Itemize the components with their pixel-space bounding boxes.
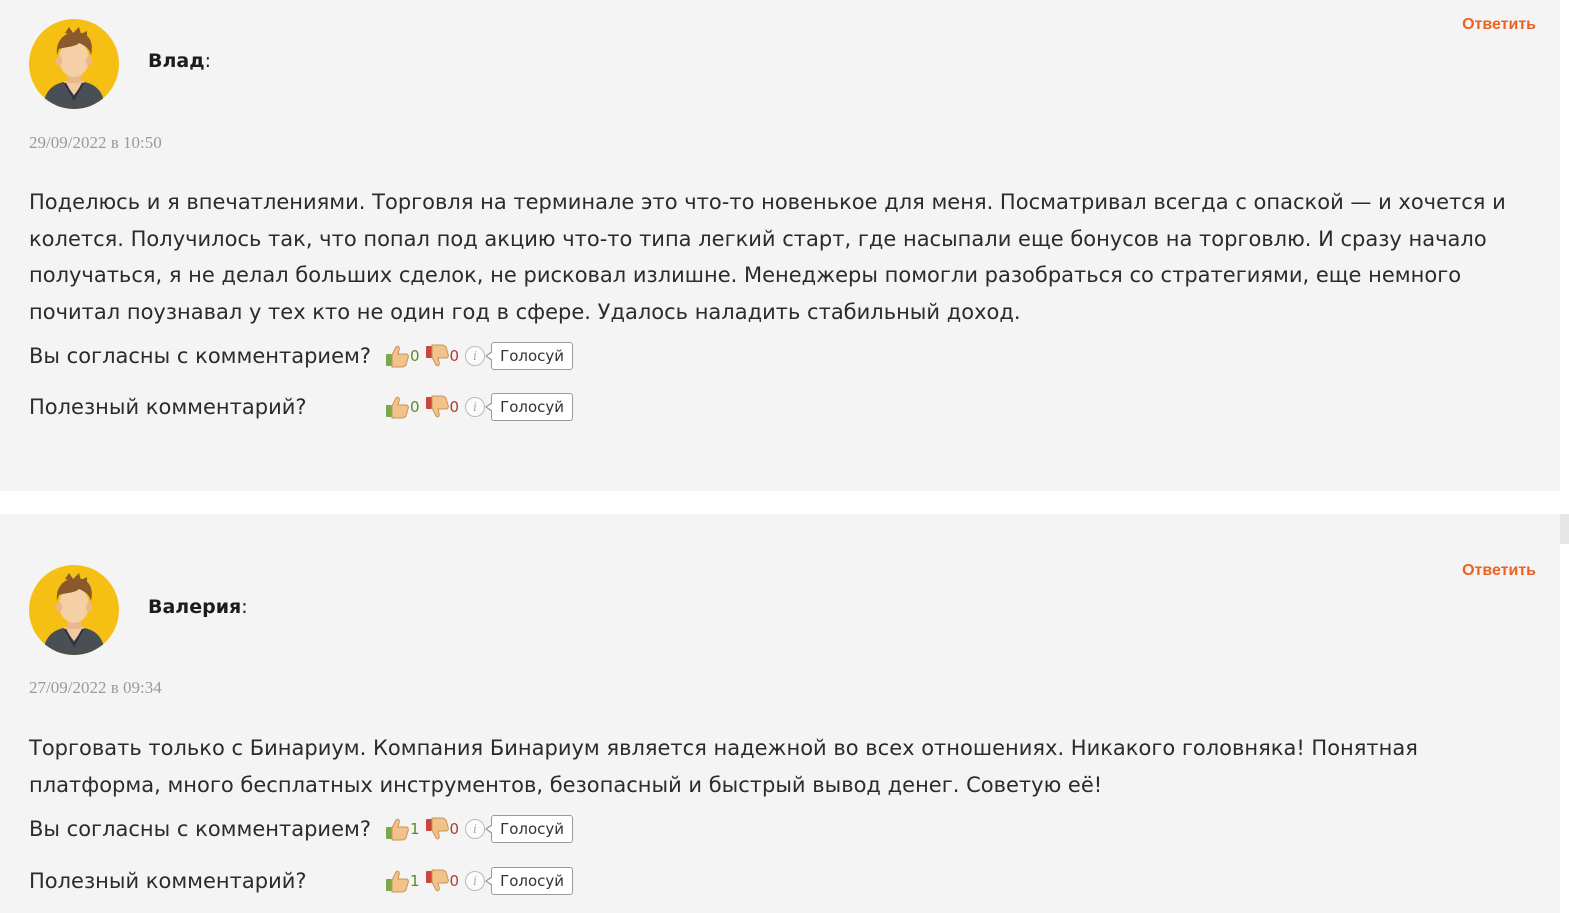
upvote-count: 1 — [410, 820, 420, 838]
agree-question: Вы согласны с комментарием? — [29, 817, 371, 841]
thumbs-up-icon[interactable] — [384, 816, 410, 842]
upvote-count: 0 — [410, 398, 420, 416]
comment-card: Валерия: Ответить 27/09/2022 в 09:34 Тор… — [0, 514, 1560, 913]
comment-text: Поделюсь и я впечатлениями. Торговля на … — [29, 190, 1506, 324]
useful-question: Полезный комментарий? — [29, 869, 307, 893]
downvote-count: 0 — [449, 347, 460, 365]
reply-link[interactable]: Ответить — [1462, 562, 1536, 580]
downvote-count: 0 — [449, 398, 460, 416]
info-icon[interactable]: i — [465, 397, 486, 417]
thumbs-down-icon[interactable] — [424, 394, 450, 420]
agree-vote-row: Вы согласны с комментарием? 0 0 i Голосу… — [29, 340, 574, 372]
scroll-edge — [1560, 514, 1569, 544]
comment-card: Влад: Ответить 29/09/2022 в 10:50 Поделю… — [0, 0, 1560, 491]
vote-button[interactable]: Голосуй — [485, 867, 574, 895]
thumbs-down-icon[interactable] — [424, 816, 450, 842]
thumbs-down-icon[interactable] — [424, 343, 450, 369]
thumbs-up-icon[interactable] — [384, 394, 410, 420]
downvote-count: 0 — [449, 872, 460, 890]
info-icon[interactable]: i — [465, 871, 486, 891]
useful-vote-row: Полезный комментарий? 0 0 i Голосуй — [29, 391, 574, 423]
downvote-count: 0 — [449, 820, 460, 838]
useful-question: Полезный комментарий? — [29, 395, 307, 419]
info-icon[interactable]: i — [465, 819, 486, 839]
comment-author: Влад: — [148, 50, 211, 72]
comment-date: 27/09/2022 в 09:34 — [29, 678, 162, 697]
comment-text: Торговать только с Бинариум. Компания Би… — [29, 736, 1418, 797]
comment-date: 29/09/2022 в 10:50 — [29, 133, 162, 152]
comment-author: Валерия: — [148, 596, 248, 618]
thumbs-up-icon[interactable] — [384, 868, 410, 894]
vote-button[interactable]: Голосуй — [485, 393, 574, 421]
agree-question: Вы согласны с комментарием? — [29, 344, 371, 368]
agree-vote-row: Вы согласны с комментарием? 1 0 i Голосу… — [29, 813, 574, 845]
vote-button[interactable]: Голосуй — [485, 815, 574, 843]
upvote-count: 1 — [410, 872, 420, 890]
upvote-count: 0 — [410, 347, 420, 365]
info-icon[interactable]: i — [465, 346, 486, 366]
thumbs-down-icon[interactable] — [424, 868, 450, 894]
useful-vote-row: Полезный комментарий? 1 0 i Голосуй — [29, 865, 574, 897]
user-avatar-icon — [29, 565, 119, 655]
reply-link[interactable]: Ответить — [1462, 16, 1536, 34]
vote-button[interactable]: Голосуй — [485, 342, 574, 370]
thumbs-up-icon[interactable] — [384, 343, 410, 369]
user-avatar-icon — [29, 19, 119, 109]
